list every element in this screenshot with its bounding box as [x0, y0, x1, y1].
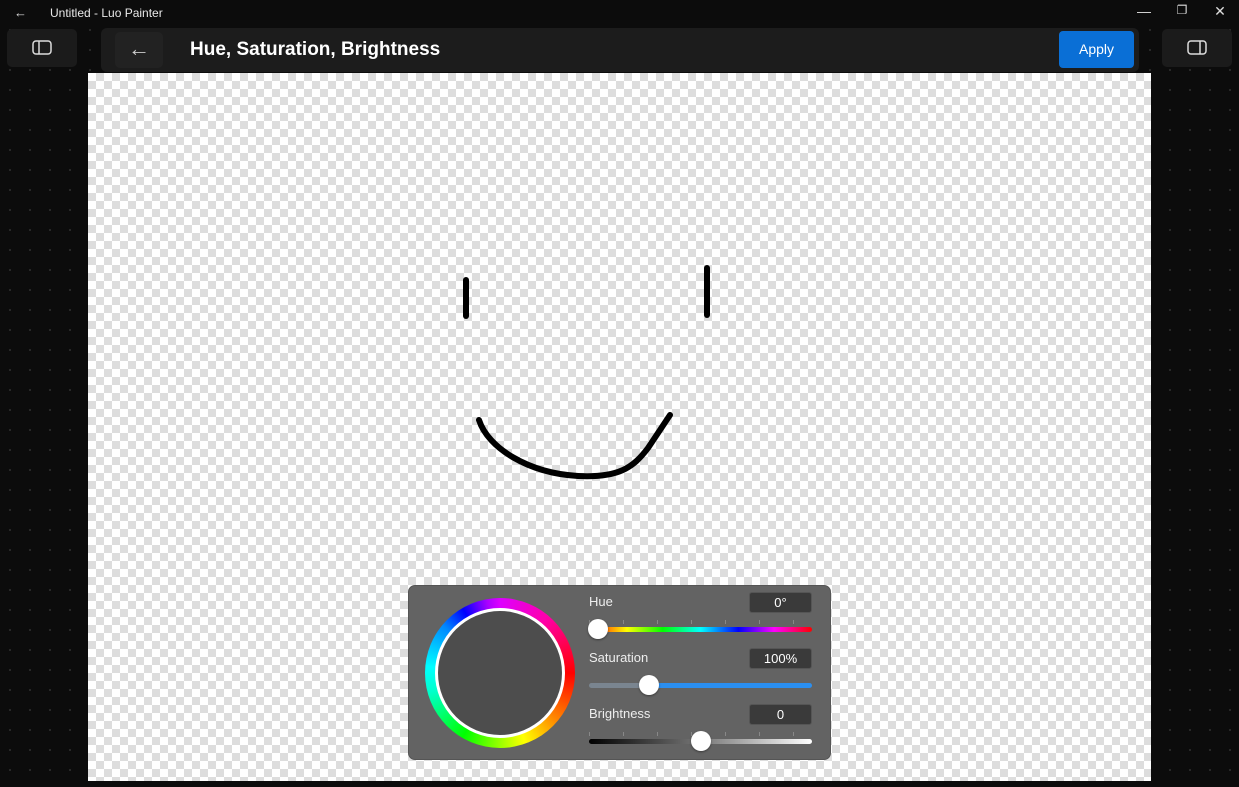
color-preview — [438, 611, 562, 735]
saturation-slider-thumb[interactable] — [639, 675, 659, 695]
hue-slider-thumb[interactable] — [588, 619, 608, 639]
close-button[interactable]: ✕ — [1205, 3, 1235, 20]
hue-value-input[interactable]: 0° — [749, 592, 812, 613]
right-panel-icon — [1162, 29, 1232, 67]
title-bar: ← Untitled - Luo Painter — ❐ ✕ — [0, 0, 1239, 26]
saturation-slider[interactable] — [589, 683, 812, 688]
window-title: Untitled - Luo Painter — [50, 6, 163, 20]
page-title: Hue, Saturation, Brightness — [190, 39, 440, 61]
brightness-value-input[interactable]: 0 — [749, 704, 812, 725]
brightness-slider[interactable] — [589, 739, 812, 744]
toggle-left-panel-button[interactable] — [7, 29, 77, 67]
hsb-panel: Hue 0° Saturation 100% Brightness 0 — [408, 585, 831, 760]
back-button[interactable]: ← — [115, 32, 163, 68]
header-bar: ← Hue, Saturation, Brightness Apply — [101, 28, 1139, 72]
brightness-slider-thumb[interactable] — [691, 731, 711, 751]
hue-label: Hue — [589, 594, 613, 609]
saturation-label: Saturation — [589, 650, 648, 665]
mouth-stroke — [479, 415, 670, 476]
hue-ticks — [589, 620, 812, 624]
minimize-button[interactable]: — — [1129, 3, 1159, 19]
apply-button[interactable]: Apply — [1059, 31, 1134, 68]
brightness-label: Brightness — [589, 706, 650, 721]
hue-slider[interactable] — [589, 627, 812, 632]
saturation-value-input[interactable]: 100% — [749, 648, 812, 669]
window-back-button[interactable]: ← — [14, 5, 27, 20]
restore-button[interactable]: ❐ — [1167, 3, 1197, 17]
toggle-right-panel-button[interactable] — [1162, 29, 1232, 67]
hue-wheel[interactable] — [425, 598, 575, 748]
left-panel-icon — [7, 29, 77, 67]
